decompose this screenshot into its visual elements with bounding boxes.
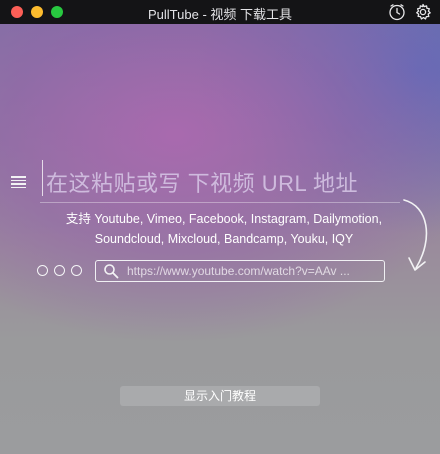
clock-icon[interactable]: [388, 3, 406, 21]
supported-sites-line-2: Soundcloud, Mixcloud, Bandcamp, Youku, I…: [94, 232, 354, 246]
page-indicator: [37, 265, 82, 276]
page-dot[interactable]: [54, 265, 65, 276]
gear-icon[interactable]: [414, 3, 432, 21]
supported-sites-line-1: 支持 Youtube, Vimeo, Facebook, Instagram, …: [65, 212, 383, 226]
page-dot[interactable]: [37, 265, 48, 276]
text-cursor: [42, 160, 43, 196]
window-title: PullTube - 视频 下载工具: [148, 7, 292, 22]
search-icon: [104, 264, 119, 279]
url-drop-area[interactable]: 在这粘贴或写 下视频 URL 地址: [40, 160, 400, 203]
url-prompt-text: 在这粘贴或写 下视频 URL 地址: [46, 171, 359, 196]
page-dot[interactable]: [71, 265, 82, 276]
menu-icon[interactable]: [11, 176, 26, 188]
title-bar: PullTube - 视频 下载工具: [0, 0, 440, 24]
curved-arrow-icon: [403, 199, 428, 271]
url-input[interactable]: [127, 264, 384, 278]
app-window: PullTube - 视频 下载工具 在这粘贴或写 下视频 URL 地址 支持 …: [0, 0, 440, 454]
show-tutorial-button[interactable]: 显示入门教程: [120, 386, 320, 406]
url-search-box[interactable]: [95, 260, 385, 282]
